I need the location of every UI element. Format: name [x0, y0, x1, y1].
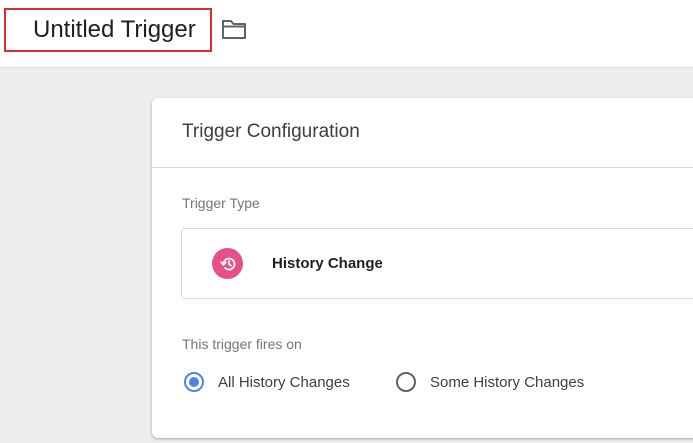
card-title: Trigger Configuration	[182, 121, 360, 142]
trigger-name[interactable]: Untitled Trigger	[33, 16, 196, 44]
radio-all-history-changes[interactable]: All History Changes	[184, 369, 350, 395]
trigger-type-selector[interactable]: History Change	[181, 228, 693, 299]
radio-button[interactable]	[396, 372, 416, 392]
radio-label: All History Changes	[218, 373, 350, 391]
folder-icon[interactable]	[220, 17, 248, 41]
fires-on-label: This trigger fires on	[182, 336, 302, 352]
radio-button-selected[interactable]	[184, 372, 204, 392]
top-bar: Untitled Trigger	[0, 0, 693, 68]
trigger-name-field[interactable]: Untitled Trigger	[4, 8, 212, 52]
trigger-configuration-card: Trigger Configuration Trigger Type Histo…	[152, 98, 693, 438]
trigger-type-label: Trigger Type	[182, 195, 260, 211]
card-header: Trigger Configuration	[152, 98, 693, 168]
history-icon	[212, 248, 243, 279]
radio-some-history-changes[interactable]: Some History Changes	[396, 369, 584, 395]
radio-label: Some History Changes	[430, 373, 585, 391]
trigger-type-name: History Change	[272, 255, 383, 272]
